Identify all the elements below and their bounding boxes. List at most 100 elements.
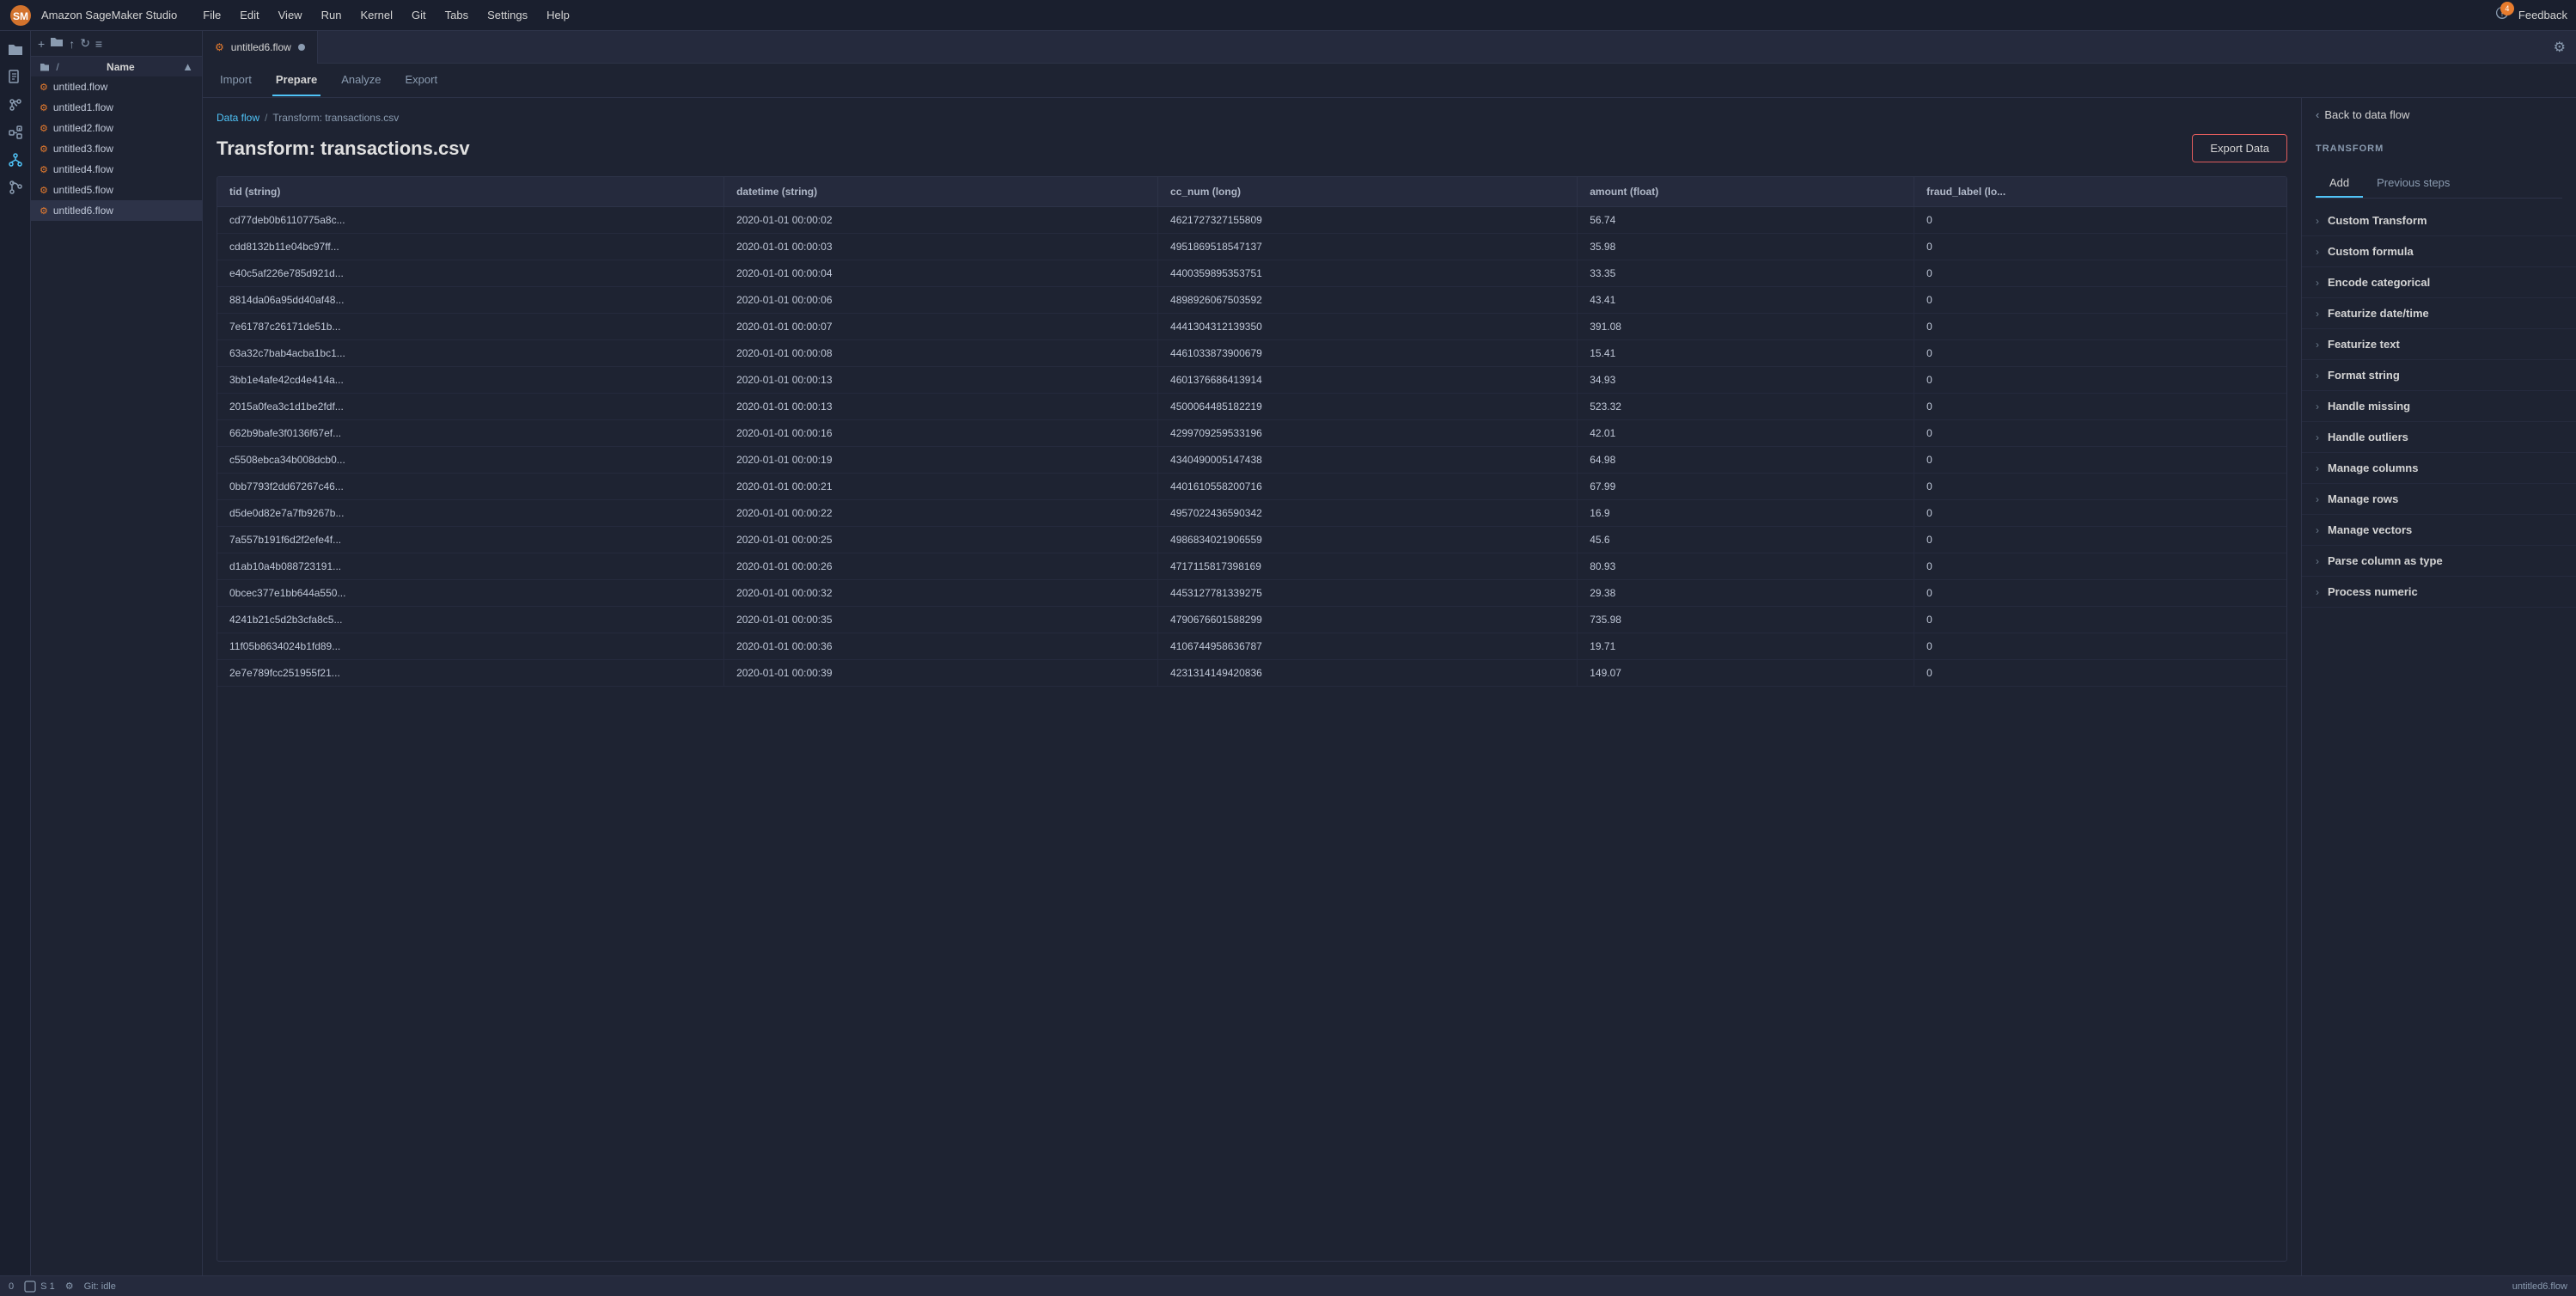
sidebar-icon-extensions[interactable] (3, 120, 27, 144)
transform-tab-add[interactable]: Add (2316, 169, 2363, 198)
menu-kernel[interactable]: Kernel (351, 5, 401, 25)
new-folder-icon[interactable]: + (50, 36, 64, 51)
menu-view[interactable]: View (270, 5, 311, 25)
subnav-prepare[interactable]: Prepare (272, 64, 320, 96)
menu-right: ! 4 Feedback (2494, 6, 2567, 24)
transform-item-10[interactable]: › Manage vectors (2302, 515, 2576, 546)
col-header-0: tid (string) (217, 177, 724, 207)
root-path: / (40, 61, 59, 73)
feedback-button[interactable]: Feedback (2518, 9, 2567, 21)
breadcrumb-link[interactable]: Data flow (217, 112, 259, 124)
notification-icon[interactable]: ! 4 (2494, 6, 2510, 24)
filter-icon[interactable]: ≡ (95, 37, 102, 51)
status-settings[interactable]: ⚙ (65, 1281, 74, 1292)
subnav-analyze[interactable]: Analyze (338, 64, 384, 96)
table-cell-13-4: 0 (1914, 553, 2286, 580)
table-cell-0-2: 4621727327155809 (1158, 207, 1578, 234)
menu-edit[interactable]: Edit (231, 5, 267, 25)
table-cell-6-4: 0 (1914, 367, 2286, 394)
transform-item-9[interactable]: › Manage rows (2302, 484, 2576, 515)
data-table-container[interactable]: tid (string) datetime (string) cc_num (l… (217, 176, 2287, 1262)
app-logo: SM (9, 3, 33, 28)
table-cell-12-3: 45.6 (1578, 527, 1914, 553)
subnav-export[interactable]: Export (402, 64, 442, 96)
table-cell-13-1: 2020-01-01 00:00:26 (724, 553, 1158, 580)
table-row: 2e7e789fcc251955f21...2020-01-01 00:00:3… (217, 660, 2286, 687)
tab-untitled6-flow[interactable]: ⚙ untitled6.flow (203, 31, 318, 64)
menu-tabs[interactable]: Tabs (436, 5, 477, 25)
table-cell-10-0: 0bb7793f2dd67267c46... (217, 474, 724, 500)
menu-file[interactable]: File (194, 5, 229, 25)
chevron-right-icon: › (2316, 524, 2319, 536)
transform-item-12[interactable]: › Process numeric (2302, 577, 2576, 608)
file-item-2[interactable]: ⚙ untitled2.flow (31, 118, 202, 138)
table-cell-6-1: 2020-01-01 00:00:13 (724, 367, 1158, 394)
table-row: cd77deb0b6110775a8c...2020-01-01 00:00:0… (217, 207, 2286, 234)
upload-icon[interactable]: ↑ (69, 37, 75, 51)
table-row: 7a557b191f6d2f2efe4f...2020-01-01 00:00:… (217, 527, 2286, 553)
refresh-icon[interactable]: ↻ (80, 36, 90, 51)
table-cell-1-3: 35.98 (1578, 234, 1914, 260)
table-cell-3-3: 43.41 (1578, 287, 1914, 314)
transform-item-11[interactable]: › Parse column as type (2302, 546, 2576, 577)
sidebar-icon-folder[interactable] (3, 38, 27, 62)
menu-run[interactable]: Run (313, 5, 351, 25)
table-cell-10-1: 2020-01-01 00:00:21 (724, 474, 1158, 500)
transform-tab-previous[interactable]: Previous steps (2363, 169, 2463, 198)
table-cell-15-3: 735.98 (1578, 607, 1914, 633)
file-item-0[interactable]: ⚙ untitled.flow (31, 76, 202, 97)
transform-item-label-12: Process numeric (2328, 585, 2418, 598)
col-header-3: amount (float) (1578, 177, 1914, 207)
transform-item-7[interactable]: › Handle outliers (2302, 422, 2576, 453)
sidebar-icon-branch[interactable] (3, 175, 27, 199)
table-cell-5-0: 63a32c7bab4acba1bc1... (217, 340, 724, 367)
transform-item-1[interactable]: › Custom formula (2302, 236, 2576, 267)
transform-item-6[interactable]: › Handle missing (2302, 391, 2576, 422)
table-cell-8-2: 4299709259533196 (1158, 420, 1578, 447)
table-cell-8-3: 42.01 (1578, 420, 1914, 447)
sidebar-icon-nodes[interactable] (3, 148, 27, 172)
transform-item-0[interactable]: › Custom Transform (2302, 205, 2576, 236)
tab-bar: ⚙ untitled6.flow ⚙ (203, 31, 2576, 64)
back-to-data-flow-button[interactable]: ‹ Back to data flow (2302, 98, 2576, 131)
transform-item-8[interactable]: › Manage columns (2302, 453, 2576, 484)
transform-item-2[interactable]: › Encode categorical (2302, 267, 2576, 298)
table-row: 662b9bafe3f0136f67ef...2020-01-01 00:00:… (217, 420, 2286, 447)
notification-badge: 4 (2500, 2, 2514, 15)
menu-help[interactable]: Help (538, 5, 578, 25)
subnav-import[interactable]: Import (217, 64, 255, 96)
flow-icon-5: ⚙ (40, 185, 48, 196)
global-settings-button[interactable]: ⚙ (2543, 39, 2576, 56)
table-cell-9-2: 4340490005147438 (1158, 447, 1578, 474)
file-item-5[interactable]: ⚙ untitled5.flow (31, 180, 202, 200)
table-cell-6-2: 4601376686413914 (1158, 367, 1578, 394)
file-item-3[interactable]: ⚙ untitled3.flow (31, 138, 202, 159)
transform-item-3[interactable]: › Featurize date/time (2302, 298, 2576, 329)
transform-item-5[interactable]: › Format string (2302, 360, 2576, 391)
table-cell-9-1: 2020-01-01 00:00:19 (724, 447, 1158, 474)
export-data-button[interactable]: Export Data (2192, 134, 2287, 162)
chevron-right-icon: › (2316, 308, 2319, 320)
table-cell-8-0: 662b9bafe3f0136f67ef... (217, 420, 724, 447)
sort-icon[interactable]: ▲ (182, 60, 193, 73)
file-item-1[interactable]: ⚙ untitled1.flow (31, 97, 202, 118)
sidebar-icon-git[interactable] (3, 93, 27, 117)
flow-icon-0: ⚙ (40, 82, 48, 93)
new-file-icon[interactable]: + (38, 37, 45, 51)
app-title: Amazon SageMaker Studio (41, 9, 177, 21)
table-cell-9-4: 0 (1914, 447, 2286, 474)
table-cell-11-4: 0 (1914, 500, 2286, 527)
table-cell-13-0: d1ab10a4b088723191... (217, 553, 724, 580)
transform-item-4[interactable]: › Featurize text (2302, 329, 2576, 360)
menu-settings[interactable]: Settings (479, 5, 536, 25)
table-cell-3-1: 2020-01-01 00:00:06 (724, 287, 1158, 314)
table-row: c5508ebca34b008dcb0...2020-01-01 00:00:1… (217, 447, 2286, 474)
transform-items: › Custom Transform › Custom formula › En… (2302, 199, 2576, 1275)
file-item-4[interactable]: ⚙ untitled4.flow (31, 159, 202, 180)
transform-panel: ‹ Back to data flow TRANSFORM Add Previo… (2301, 98, 2576, 1275)
sidebar-icon-files[interactable] (3, 65, 27, 89)
file-item-6[interactable]: ⚙ untitled6.flow (31, 200, 202, 221)
menu-git[interactable]: Git (403, 5, 435, 25)
table-cell-16-0: 11f05b8634024b1fd89... (217, 633, 724, 660)
table-cell-13-2: 4717115817398169 (1158, 553, 1578, 580)
